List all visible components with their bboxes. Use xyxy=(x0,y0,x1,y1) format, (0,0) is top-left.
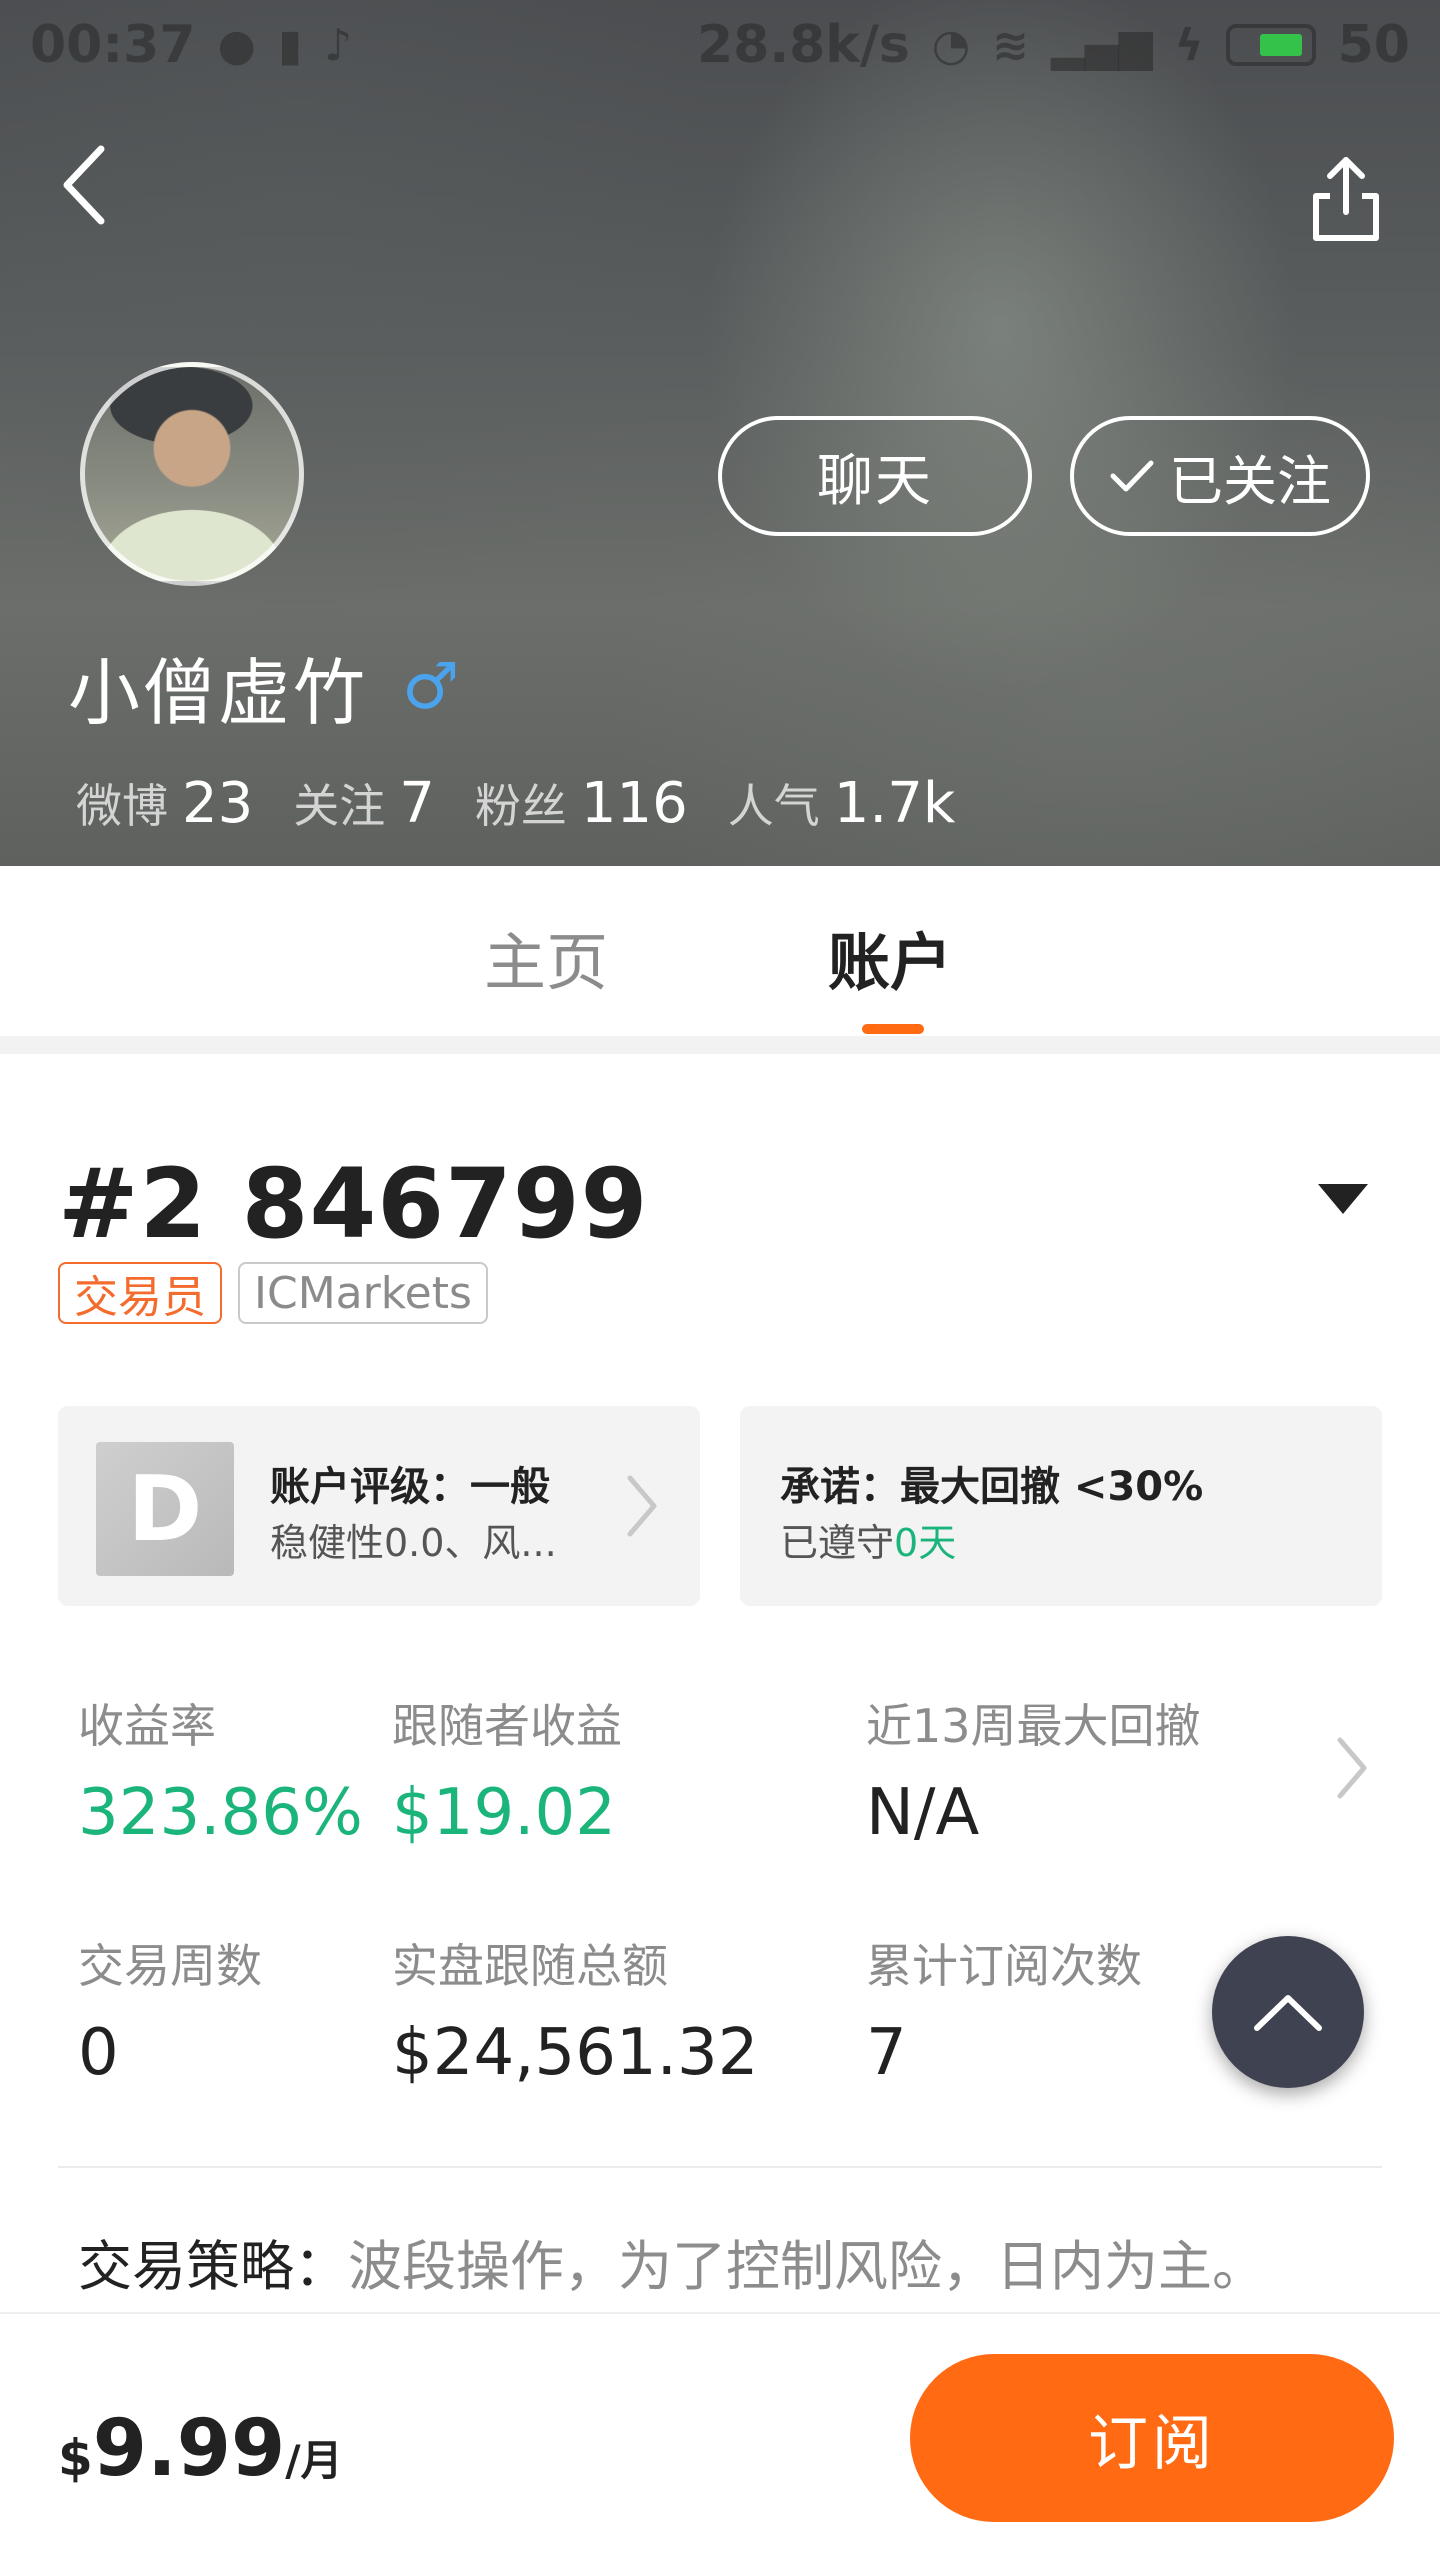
metric-return-rate: 收益率 323.86% xyxy=(78,1690,363,1850)
metric-label: 累计订阅次数 xyxy=(866,1939,1142,1993)
wifi-icon: ≋ xyxy=(992,19,1030,71)
network-speed: 28.8k/s xyxy=(696,15,910,75)
check-icon xyxy=(1110,460,1154,492)
stat-label: 关注 xyxy=(293,779,386,833)
metric-follower-profit: 跟随者收益 $19.02 xyxy=(392,1690,622,1850)
metric-live-follow-total: 实盘跟随总额 $24,561.32 xyxy=(392,1930,758,2090)
battery-level: 50 xyxy=(1337,15,1410,75)
chevron-right-icon xyxy=(627,1475,657,1537)
metric-total-subscriptions: 累计订阅次数 7 xyxy=(866,1930,1142,2090)
share-icon xyxy=(1313,157,1379,241)
subscribe-bar: $ 9.99 /月 订阅 xyxy=(0,2312,1440,2560)
share-button[interactable] xyxy=(1306,150,1386,246)
stat-value: 23 xyxy=(182,771,254,836)
subscribe-button-label: 订阅 xyxy=(1088,2408,1216,2479)
promise-card: 承诺：最大回撤 <30% 已遵守0天 xyxy=(740,1406,1382,1606)
subscribe-button[interactable]: 订阅 xyxy=(910,2354,1394,2522)
back-button[interactable] xyxy=(54,140,114,230)
profile-stats: 微博 23 关注 7 粉丝 116 人气 1.7k xyxy=(76,770,955,836)
follow-button[interactable]: 已关注 xyxy=(1070,416,1370,536)
account-dropdown-icon[interactable] xyxy=(1318,1184,1368,1214)
price-amount: 9.99 xyxy=(92,2404,286,2494)
sim-icon: ▮ xyxy=(277,19,303,71)
stat-value: 7 xyxy=(399,771,435,836)
follow-button-label: 已关注 xyxy=(1169,449,1331,513)
stat-value: 1.7k xyxy=(833,771,956,836)
strategy-text: 波段操作，为了控制风险，日内为主。 xyxy=(348,2235,1266,2298)
chevron-left-icon xyxy=(63,145,105,225)
chevron-right-icon[interactable] xyxy=(1334,1736,1370,1800)
metric-label: 跟随者收益 xyxy=(392,1699,622,1753)
status-time: 00:37 xyxy=(30,15,196,75)
strategy-label: 交易策略： xyxy=(78,2235,348,2298)
scroll-to-top-button[interactable] xyxy=(1212,1936,1364,2088)
chat-button-label: 聊天 xyxy=(817,448,933,514)
tab-account[interactable]: 账户 xyxy=(828,912,952,1002)
avatar[interactable] xyxy=(80,362,304,586)
status-bar: 00:37 ● ▮ ♪ 28.8k/s ◔ ≋ ▂▄▆ ϟ 50 xyxy=(0,0,1440,90)
account-rating-card[interactable]: D 账户评级：一般 稳健性0.0、风... xyxy=(58,1406,700,1606)
rating-title: 账户评级：一般 xyxy=(270,1464,550,1510)
charging-icon: ϟ xyxy=(1174,19,1204,71)
tab-home[interactable]: 主页 xyxy=(484,912,608,1002)
promise-subtitle: 已遵守0天 xyxy=(780,1512,956,1567)
metric-label: 近13周最大回撤 xyxy=(866,1699,1201,1753)
metric-value: 323.86% xyxy=(78,1776,363,1850)
stat-value: 116 xyxy=(580,771,688,836)
chat-button[interactable]: 聊天 xyxy=(718,416,1032,536)
metric-trading-weeks: 交易周数 0 xyxy=(78,1930,262,2090)
divider xyxy=(58,2166,1382,2168)
profile-header: 00:37 ● ▮ ♪ 28.8k/s ◔ ≋ ▂▄▆ ϟ 50 聊天 已关注 … xyxy=(0,0,1440,866)
broker-tag: ICMarkets xyxy=(238,1262,488,1324)
male-icon: ♂ xyxy=(402,649,460,724)
stat-weibo[interactable]: 微博 23 xyxy=(76,770,253,836)
metric-label: 实盘跟随总额 xyxy=(392,1939,668,1993)
price-currency: $ xyxy=(58,2429,93,2487)
promise-title: 承诺：最大回撤 <30% xyxy=(780,1464,1204,1510)
alarm-icon: ◔ xyxy=(931,19,971,71)
rating-subtitle: 稳健性0.0、风... xyxy=(270,1521,557,1565)
metric-value: 0 xyxy=(78,2016,119,2090)
promise-subtitle-prefix: 已遵守 xyxy=(780,1521,895,1565)
username-row: 小僧虚竹 ♂ xyxy=(68,634,459,739)
signal-icon: ▂▄▆ xyxy=(1051,19,1153,71)
username: 小僧虚竹 xyxy=(68,651,369,735)
notification-icon: ● xyxy=(217,19,256,71)
account-tags: 交易员 ICMarkets xyxy=(58,1262,488,1324)
subscription-price: $ 9.99 /月 xyxy=(58,2404,343,2494)
price-unit: /月 xyxy=(285,2436,343,2485)
stat-popularity: 人气 1.7k xyxy=(728,770,956,836)
metric-value: 7 xyxy=(866,2016,907,2090)
trading-strategy: 交易策略：波段操作，为了控制风险，日内为主。 xyxy=(78,2222,1266,2301)
chevron-up-icon xyxy=(1254,1995,1322,2031)
metric-label: 交易周数 xyxy=(78,1939,262,1993)
stat-label: 微博 xyxy=(76,779,168,833)
stat-label: 人气 xyxy=(727,779,820,833)
grade-badge: D xyxy=(96,1442,234,1576)
promise-days: 0天 xyxy=(894,1521,957,1565)
stat-followers[interactable]: 粉丝 116 xyxy=(475,770,688,836)
section-divider xyxy=(0,1036,1440,1054)
active-tab-indicator xyxy=(862,1024,924,1034)
tab-bar: 主页 账户 xyxy=(0,866,1440,1036)
metric-value: N/A xyxy=(866,1776,980,1850)
metric-label: 收益率 xyxy=(78,1699,216,1753)
stat-following[interactable]: 关注 7 xyxy=(293,770,435,836)
metric-max-drawdown[interactable]: 近13周最大回撤 N/A xyxy=(866,1690,1201,1850)
battery-icon xyxy=(1225,24,1316,66)
metric-value: $19.02 xyxy=(392,1776,616,1850)
account-number: #2 846799 xyxy=(58,1148,649,1260)
stat-label: 粉丝 xyxy=(474,779,567,833)
metric-value: $24,561.32 xyxy=(392,2016,759,2090)
trader-tag: 交易员 xyxy=(58,1262,222,1324)
music-icon: ♪ xyxy=(324,19,353,71)
